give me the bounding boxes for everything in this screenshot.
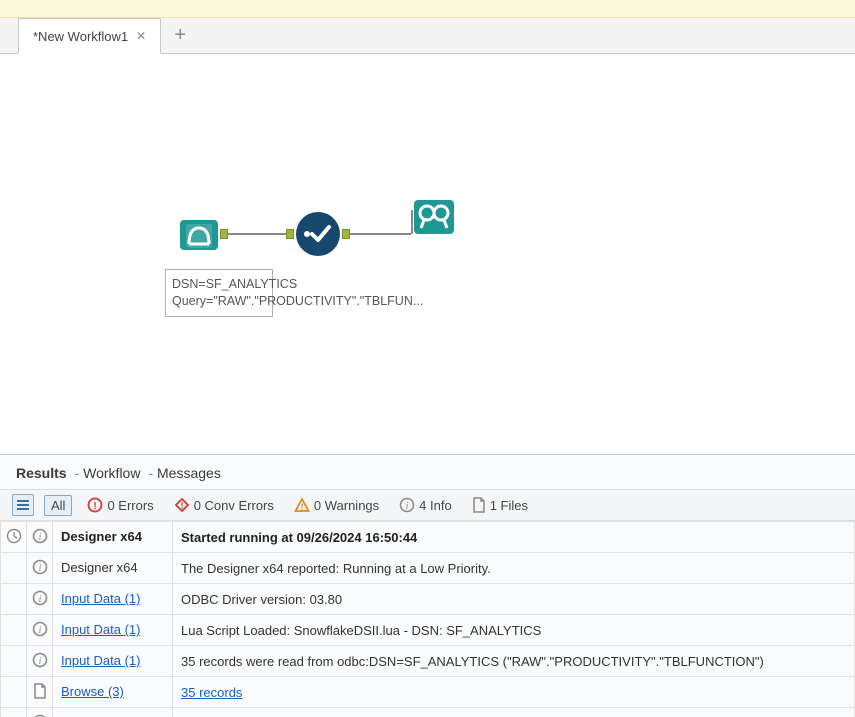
conv-error-icon: ! [174,497,190,513]
results-title: Results [16,465,67,481]
message-cell: The Designer x64 reported: Running at a … [173,553,855,584]
message-text: 35 records were read from odbc:DSN=SF_AN… [181,654,764,669]
source-cell: Designer x64 [53,708,173,717]
source-cell: Designer x64 [53,522,173,553]
svg-text:i: i [406,501,409,512]
connector-1 [220,230,294,238]
add-tab-button[interactable]: + [161,18,199,53]
source-cell: Input Data (1) [53,584,173,615]
tab-bar: *New Workflow1 ✕ + [0,18,855,54]
connector-2 [342,230,412,238]
source-link[interactable]: Input Data (1) [61,653,141,668]
source-cell: Input Data (1) [53,646,173,677]
results-header: Results -Workflow -Messages [0,455,855,489]
filter-warnings-label: 0 Warnings [314,498,379,513]
info-icon: i [27,646,53,677]
filter-all-label: All [51,498,65,513]
results-sub-workflow: Workflow [83,465,140,481]
filter-conv-errors-label: 0 Conv Errors [194,498,274,513]
message-text: Lua Script Loaded: SnowflakeDSII.lua - D… [181,623,541,638]
svg-text:i: i [38,656,41,667]
error-icon: ! [87,497,103,513]
workflow-canvas[interactable]: DSN=SF_ANALYTICS Query="RAW"."PRODUCTIVI… [0,54,855,454]
source-text: Designer x64 [61,560,138,575]
source-cell: Designer x64 [53,553,173,584]
svg-text:!: ! [94,501,97,512]
message-row: i Input Data (1) ODBC Driver version: 03.8… [1,584,855,615]
svg-text:!: ! [300,502,303,512]
input-data-node[interactable] [178,214,220,256]
info-icon: i [27,522,53,553]
filter-all-button[interactable]: All [44,495,72,516]
svg-text:i: i [38,625,41,636]
info-icon: i [27,553,53,584]
notification-strip [0,0,855,18]
select-node[interactable] [294,210,342,258]
message-text: Started running at 09/26/2024 16:50:44 [181,530,417,545]
message-cell: Lua Script Loaded: SnowflakeDSII.lua - D… [173,615,855,646]
filter-errors-label: 0 Errors [107,498,153,513]
message-row: Browse (3) 35 records [1,677,855,708]
info-icon: i [27,584,53,615]
message-row: iDesigner x64Finished running in 4.1 sec… [1,708,855,717]
message-cell: 35 records were read from odbc:DSN=SF_AN… [173,646,855,677]
filter-warnings-button[interactable]: ! 0 Warnings [289,494,384,516]
info-icon: i [399,497,415,513]
filter-files-label: 1 Files [490,498,528,513]
svg-text:i: i [38,563,41,574]
svg-text:!: ! [180,501,183,511]
source-link[interactable]: Input Data (1) [61,591,141,606]
list-view-button[interactable] [12,494,34,516]
svg-text:i: i [38,532,41,543]
message-cell: ODBC Driver version: 03.80 [173,584,855,615]
message-link[interactable]: 35 records [181,685,242,700]
source-link[interactable]: Input Data (1) [61,622,141,637]
filter-info-label: 4 Info [419,498,452,513]
filter-errors-button[interactable]: ! 0 Errors [82,494,158,516]
info-icon: i [27,615,53,646]
message-cell: 35 records [173,677,855,708]
filter-info-button[interactable]: i 4 Info [394,494,457,516]
tab-new-workflow[interactable]: *New Workflow1 ✕ [18,18,161,54]
svg-text:i: i [38,594,41,605]
tab-label: *New Workflow1 [33,29,128,44]
message-row: i Input Data (1) Lua Script Loaded: Snowfl… [1,615,855,646]
warning-icon: ! [294,497,310,513]
messages-table: iDesigner x64Started running at 09/26/20… [0,521,855,717]
source-text: Designer x64 [61,529,142,544]
browse-node[interactable] [412,196,456,240]
close-icon[interactable]: ✕ [136,29,146,43]
node-annotation-text: DSN=SF_ANALYTICS Query="RAW"."PRODUCTIVI… [172,277,423,308]
message-row: i Designer x64 The Designer x64 reported: … [1,553,855,584]
message-cell: Finished running in 4.1 seconds [173,708,855,717]
results-filter-bar: All ! 0 Errors ! 0 Conv Errors ! 0 Warni… [0,489,855,521]
filter-files-button[interactable]: 1 Files [467,494,533,516]
message-cell: Started running at 09/26/2024 16:50:44 [173,522,855,553]
filter-conv-errors-button[interactable]: ! 0 Conv Errors [169,494,279,516]
message-row: i Input Data (1) 35 records were read from… [1,646,855,677]
node-annotation[interactable]: DSN=SF_ANALYTICS Query="RAW"."PRODUCTIVI… [165,269,273,317]
info-icon: i [27,708,53,717]
message-row: i Designer x64 Started running at 09/26/20… [1,522,855,553]
source-cell: Browse (3) [53,677,173,708]
clock-icon [1,522,27,553]
file-icon [27,677,53,708]
message-text: ODBC Driver version: 03.80 [181,592,342,607]
source-cell: Input Data (1) [53,615,173,646]
source-link[interactable]: Browse (3) [61,684,124,699]
file-icon [472,497,486,513]
results-panel: Results -Workflow -Messages All ! 0 Erro… [0,454,855,717]
results-sub-messages: Messages [157,465,221,481]
message-text: The Designer x64 reported: Running at a … [181,561,491,576]
